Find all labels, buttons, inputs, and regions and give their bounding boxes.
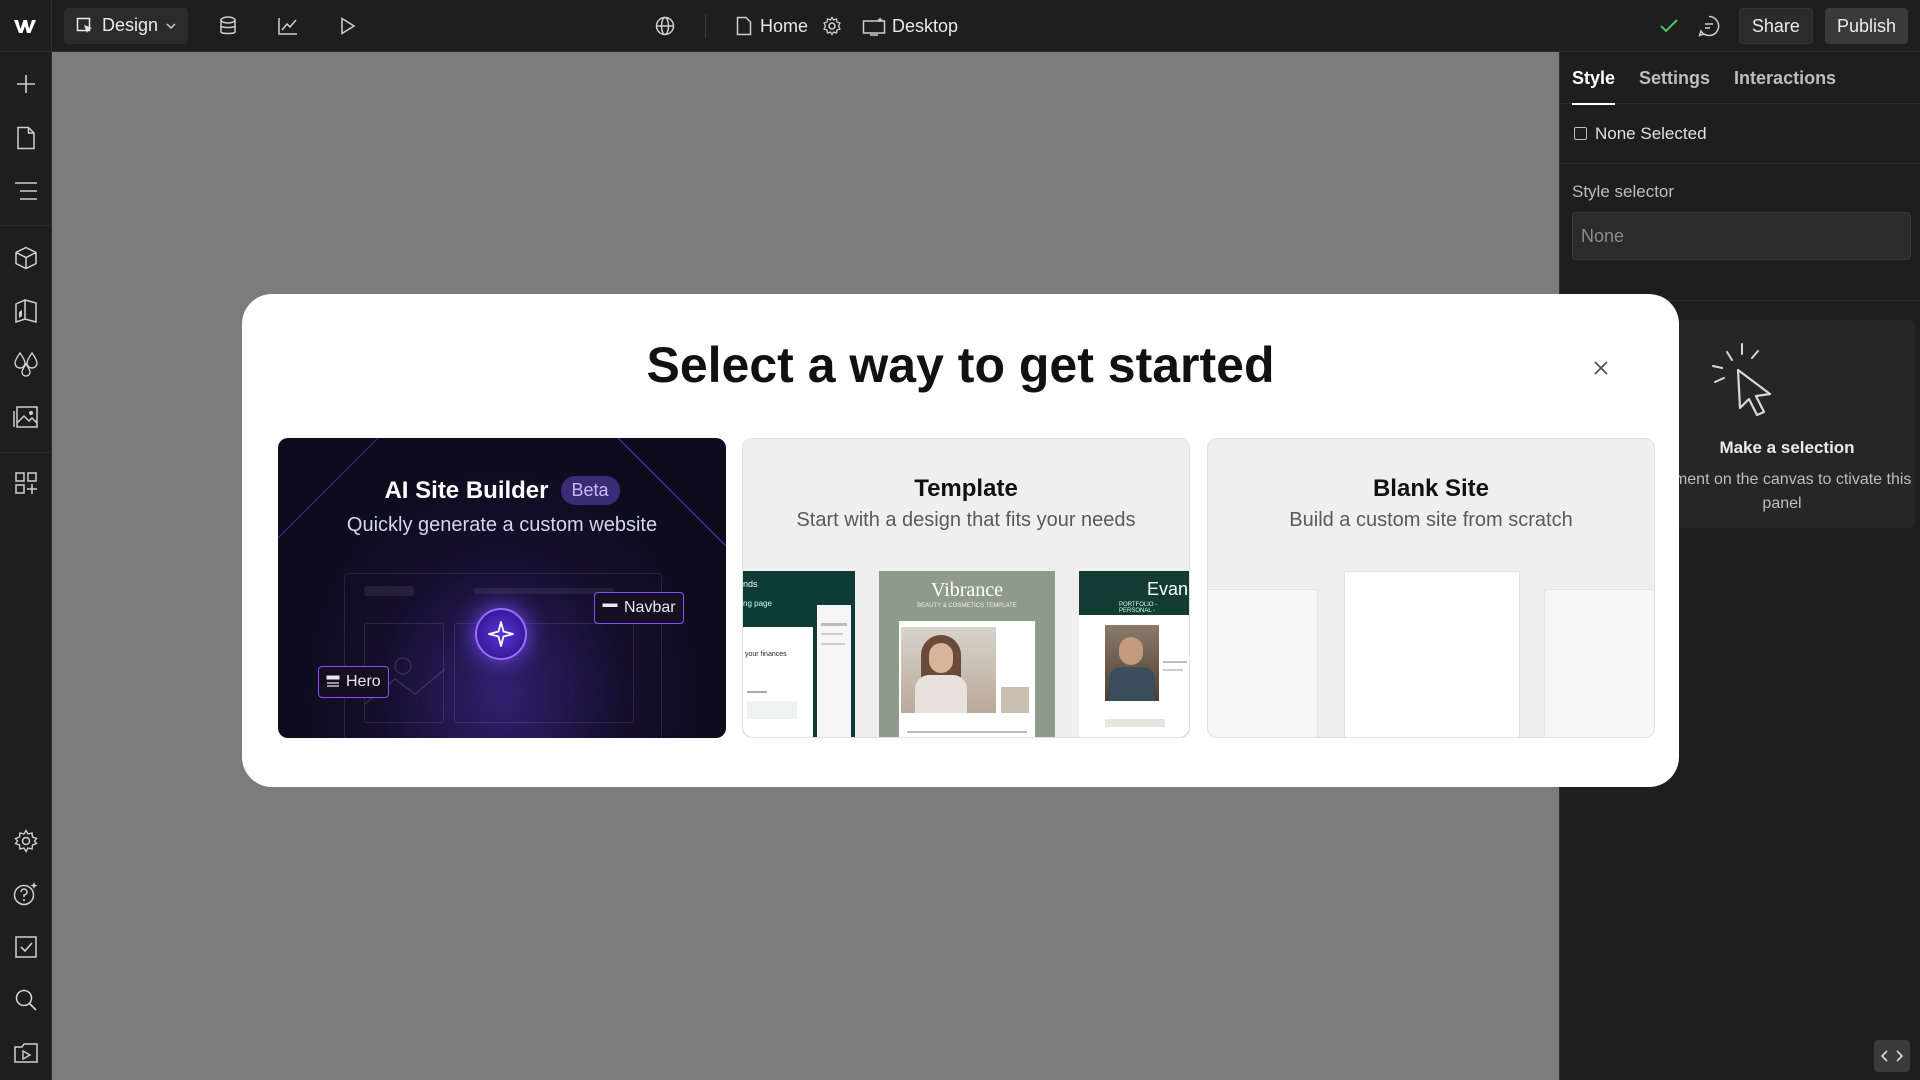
get-started-modal: Select a way to get started Navbar Hero … bbox=[242, 294, 1679, 787]
navigator-icon[interactable] bbox=[0, 169, 52, 213]
current-page-label[interactable]: Home bbox=[760, 16, 808, 37]
apps-icon[interactable] bbox=[0, 461, 52, 505]
thumb-subtitle: BEAUTY & COSMETICS TEMPLATE bbox=[917, 603, 1017, 609]
modal-title: Select a way to get started bbox=[646, 337, 1275, 393]
tab-style[interactable]: Style bbox=[1572, 52, 1616, 105]
page-breakpoint-controls: Home Desktop bbox=[655, 0, 958, 52]
blank-site-card[interactable]: Blank Site Build a custom site from scra… bbox=[1207, 438, 1655, 738]
publish-controls: Share Publish bbox=[1659, 0, 1908, 52]
divider bbox=[0, 452, 52, 453]
ai-card-title: AI Site Builder bbox=[384, 476, 549, 504]
comments-icon[interactable] bbox=[1697, 14, 1721, 38]
components-icon[interactable] bbox=[0, 236, 52, 280]
analytics-chart-icon[interactable] bbox=[258, 0, 318, 52]
saved-check-icon bbox=[1660, 19, 1678, 33]
settings-gear-icon[interactable] bbox=[0, 819, 52, 863]
top-toolbar: Design Home Desktop Share Publish bbox=[0, 0, 1920, 52]
template-card-subtitle: Start with a design that fits your needs bbox=[796, 509, 1136, 531]
thumb-text: your finances bbox=[745, 651, 787, 658]
code-brackets-icon bbox=[1881, 1050, 1903, 1062]
globe-icon[interactable] bbox=[655, 16, 675, 36]
navbar-tag-label: Navbar bbox=[624, 599, 676, 616]
chevron-down-icon bbox=[166, 22, 176, 29]
blank-card-subtitle: Build a custom site from scratch bbox=[1289, 509, 1573, 531]
mode-label: Design bbox=[102, 15, 159, 35]
audit-checkbox-icon[interactable] bbox=[0, 925, 52, 969]
cursor-click-icon bbox=[1712, 343, 1772, 417]
breakpoint-label[interactable]: Desktop bbox=[892, 16, 958, 37]
page-settings-gear-icon[interactable] bbox=[822, 16, 842, 36]
divider bbox=[705, 14, 706, 38]
thumb-text: nds bbox=[743, 579, 758, 589]
thumb-title: Vibrance bbox=[930, 579, 1004, 601]
variables-drops-icon[interactable] bbox=[0, 342, 52, 386]
close-icon[interactable] bbox=[1589, 356, 1613, 380]
left-sidebar bbox=[0, 52, 52, 1080]
wireframe-bar bbox=[364, 586, 414, 596]
style-manager-icon[interactable] bbox=[0, 289, 52, 333]
ai-card-subtitle: Quickly generate a custom website bbox=[346, 514, 658, 536]
ai-site-builder-card[interactable]: Navbar Hero AI Site Builder Beta Quickly… bbox=[278, 438, 726, 738]
thumb-subtitle: PORTFOLIO - PERSONAL - bbox=[1119, 602, 1158, 614]
cursor-select-icon bbox=[76, 17, 92, 33]
design-mode-dropdown[interactable]: Design bbox=[64, 7, 189, 44]
assets-image-icon[interactable] bbox=[0, 395, 52, 439]
divider bbox=[0, 225, 52, 226]
add-icon[interactable] bbox=[0, 62, 52, 106]
blank-page-preview bbox=[1344, 571, 1520, 737]
tab-settings[interactable]: Settings bbox=[1639, 52, 1710, 104]
hero-tag-label: Hero bbox=[346, 673, 381, 690]
wireframe-bar bbox=[473, 588, 613, 594]
navbar-tag: Navbar bbox=[594, 592, 684, 624]
panel-tabs: Style Settings Interactions bbox=[1560, 52, 1920, 105]
selection-status-row: None Selected bbox=[1560, 104, 1920, 164]
tab-interactions[interactable]: Interactions bbox=[1734, 52, 1836, 104]
blank-card-title: Blank Site bbox=[1372, 475, 1490, 502]
search-icon[interactable] bbox=[0, 978, 52, 1022]
ai-title-row: AI Site Builder Beta bbox=[278, 476, 726, 505]
share-button[interactable]: Share bbox=[1738, 8, 1813, 44]
thumb-text: ng page bbox=[743, 599, 772, 608]
template-card-title: Template bbox=[914, 475, 1018, 502]
make-selection-text: element on the canvas to ctivate this pa… bbox=[1652, 471, 1912, 512]
webflow-logo-icon[interactable] bbox=[0, 0, 52, 52]
publish-button[interactable]: Publish bbox=[1824, 8, 1908, 44]
code-toggle-button[interactable] bbox=[1874, 1040, 1910, 1072]
hero-tag: Hero bbox=[318, 666, 389, 698]
pages-icon[interactable] bbox=[0, 116, 52, 160]
make-selection-title: Make a selection bbox=[1719, 438, 1855, 457]
template-thumbnail-vibrance: Vibrance BEAUTY & COSMETICS TEMPLATE bbox=[879, 571, 1055, 737]
template-card[interactable]: Template Start with a design that fits y… bbox=[742, 438, 1190, 738]
navbar-icon bbox=[602, 603, 618, 613]
video-tutorials-icon[interactable] bbox=[0, 1031, 52, 1075]
page-icon bbox=[736, 16, 752, 36]
desktop-breakpoint-icon[interactable] bbox=[862, 16, 886, 36]
none-selected-label: None Selected bbox=[1595, 123, 1707, 143]
cms-database-icon[interactable] bbox=[198, 0, 258, 52]
help-icon[interactable] bbox=[0, 872, 52, 916]
sparkle-icon bbox=[475, 608, 527, 660]
hero-icon bbox=[326, 675, 340, 687]
beta-badge: Beta bbox=[560, 476, 620, 505]
style-selector-label: Style selector bbox=[1572, 182, 1675, 201]
template-thumbnail-finance: nds ng page your finances bbox=[743, 571, 855, 737]
style-selector-input[interactable]: None bbox=[1572, 212, 1911, 260]
thumb-title: Evan bbox=[1147, 579, 1189, 599]
blank-page-preview bbox=[1544, 589, 1654, 737]
preview-play-icon[interactable] bbox=[318, 0, 378, 52]
element-checkbox-icon bbox=[1574, 127, 1587, 140]
template-thumbnail-evan: Evan PORTFOLIO - PERSONAL - bbox=[1079, 571, 1189, 737]
blank-page-preview bbox=[1208, 589, 1318, 737]
